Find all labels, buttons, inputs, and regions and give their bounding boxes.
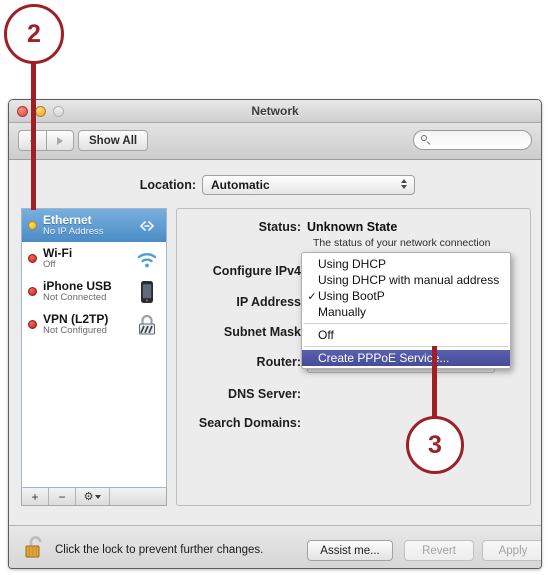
menu-item-label: Off [318, 328, 334, 342]
menu-item-manually[interactable]: Manually [302, 304, 510, 320]
service-name: Wi-Fi [43, 246, 73, 261]
menu-separator [304, 346, 508, 347]
service-status: Not Connected [43, 291, 107, 303]
iphone-icon [141, 280, 153, 303]
service-name: Ethernet [43, 213, 92, 228]
services-list-toolbar: + − ⚙ [21, 488, 167, 506]
location-selected-value: Automatic [211, 178, 270, 192]
menu-item-using-dhcp[interactable]: Using DHCP [302, 256, 510, 272]
search-input[interactable] [435, 133, 529, 147]
service-status: Not Configured [43, 324, 107, 336]
menu-item-create-pppoe-service[interactable]: Create PPPoE Service... [302, 350, 510, 366]
status-row: Status: Unknown State [177, 219, 530, 235]
gear-icon: ⚙ [83, 491, 94, 503]
service-row-iphone-usb[interactable]: iPhone USB Not Connected [22, 275, 166, 308]
location-select[interactable]: Automatic [202, 175, 415, 195]
service-status: Off [43, 258, 56, 270]
network-services-list[interactable]: Ethernet No IP Address Wi-Fi Off iPhone … [21, 208, 167, 488]
search-domains-field[interactable] [307, 415, 495, 434]
service-row-vpn-l2tp[interactable]: VPN (L2TP) Not Configured [22, 308, 166, 341]
unlocked-padlock-icon[interactable] [24, 535, 46, 561]
status-dot-red [28, 320, 37, 329]
menu-item-label: Manually [318, 305, 367, 319]
chevron-down-icon [95, 494, 102, 499]
callout-3-number: 3 [428, 430, 442, 459]
status-dot-red [28, 254, 37, 263]
router-label: Router: [256, 355, 301, 369]
menu-item-using-bootp[interactable]: ✓ Using BootP [302, 288, 510, 304]
status-dot-red [28, 287, 37, 296]
service-detail-panel: Status: Unknown State The status of your… [176, 208, 531, 506]
callout-2-leader-line [31, 62, 36, 210]
service-status: No IP Address [43, 225, 104, 237]
assist-me-button[interactable]: Assist me... [307, 540, 393, 561]
navigation-buttons [18, 130, 74, 151]
menu-item-label: Using BootP [318, 289, 385, 303]
callout-badge-2: 2 [4, 4, 64, 64]
ethernet-icon [140, 220, 154, 231]
window-title: Network [251, 104, 299, 118]
chevron-updown-icon [401, 179, 407, 189]
close-button[interactable] [17, 106, 28, 117]
dns-server-field[interactable] [307, 386, 495, 405]
window-bottom-bar: Click the lock to prevent further change… [9, 525, 541, 568]
show-all-button[interactable]: Show All [78, 130, 149, 151]
remove-service-button[interactable]: − [49, 488, 76, 505]
configure-ipv4-label: Configure IPv4 [212, 264, 301, 278]
search-domains-row: Search Domains: [177, 415, 530, 434]
dns-server-label: DNS Server: [228, 387, 301, 401]
status-label: Status: [258, 220, 301, 234]
menu-item-label: Using DHCP with manual address [318, 273, 500, 287]
chevron-right-icon [57, 136, 63, 145]
search-domains-label: Search Domains: [198, 416, 301, 430]
status-dot-yellow [28, 221, 37, 230]
callout-2-number: 2 [27, 19, 41, 48]
services-action-menu-button[interactable]: ⚙ [76, 488, 110, 505]
zoom-button[interactable] [53, 106, 64, 117]
window-titlebar: Network [9, 100, 541, 123]
network-preferences-window: Network Show All Location: Automatic Eth… [8, 99, 542, 569]
revert-button: Revert [404, 540, 474, 561]
menu-item-label: Using DHCP [318, 257, 387, 271]
vpn-lock-icon [139, 314, 155, 334]
dns-server-row: DNS Server: [177, 386, 530, 405]
add-service-button[interactable]: + [22, 488, 49, 505]
minimize-button[interactable] [35, 106, 46, 117]
service-row-ethernet[interactable]: Ethernet No IP Address [22, 209, 166, 242]
callout-badge-3: 3 [406, 416, 464, 474]
location-label: Location: [139, 178, 196, 192]
menu-checkmark: ✓ [307, 290, 317, 303]
menu-item-label: Create PPPoE Service... [318, 351, 450, 365]
location-row: Location: Automatic [9, 175, 541, 195]
service-row-wifi[interactable]: Wi-Fi Off [22, 242, 166, 275]
lock-hint-text: Click the lock to prevent further change… [55, 544, 264, 556]
window-toolbar: Show All [9, 123, 541, 160]
forward-button[interactable] [46, 130, 74, 151]
search-field[interactable] [413, 130, 532, 150]
menu-item-using-dhcp-manual[interactable]: Using DHCP with manual address [302, 272, 510, 288]
callout-3-leader-line [432, 346, 437, 420]
menu-item-off[interactable]: Off [302, 327, 510, 343]
status-description: The status of your network connection [313, 237, 491, 249]
service-name: iPhone USB [43, 279, 112, 294]
ip-address-label: IP Address [236, 295, 301, 309]
preferences-content: Location: Automatic Ethernet No IP Addre… [9, 160, 541, 568]
service-name: VPN (L2TP) [43, 312, 109, 327]
configure-ipv4-dropdown-menu[interactable]: Using DHCP Using DHCP with manual addres… [301, 252, 511, 369]
search-icon [421, 135, 431, 145]
menu-separator [304, 323, 508, 324]
apply-button: Apply [482, 540, 541, 561]
subnet-mask-label: Subnet Mask [223, 325, 301, 339]
wifi-icon [137, 252, 157, 267]
status-value: Unknown State [307, 220, 398, 234]
